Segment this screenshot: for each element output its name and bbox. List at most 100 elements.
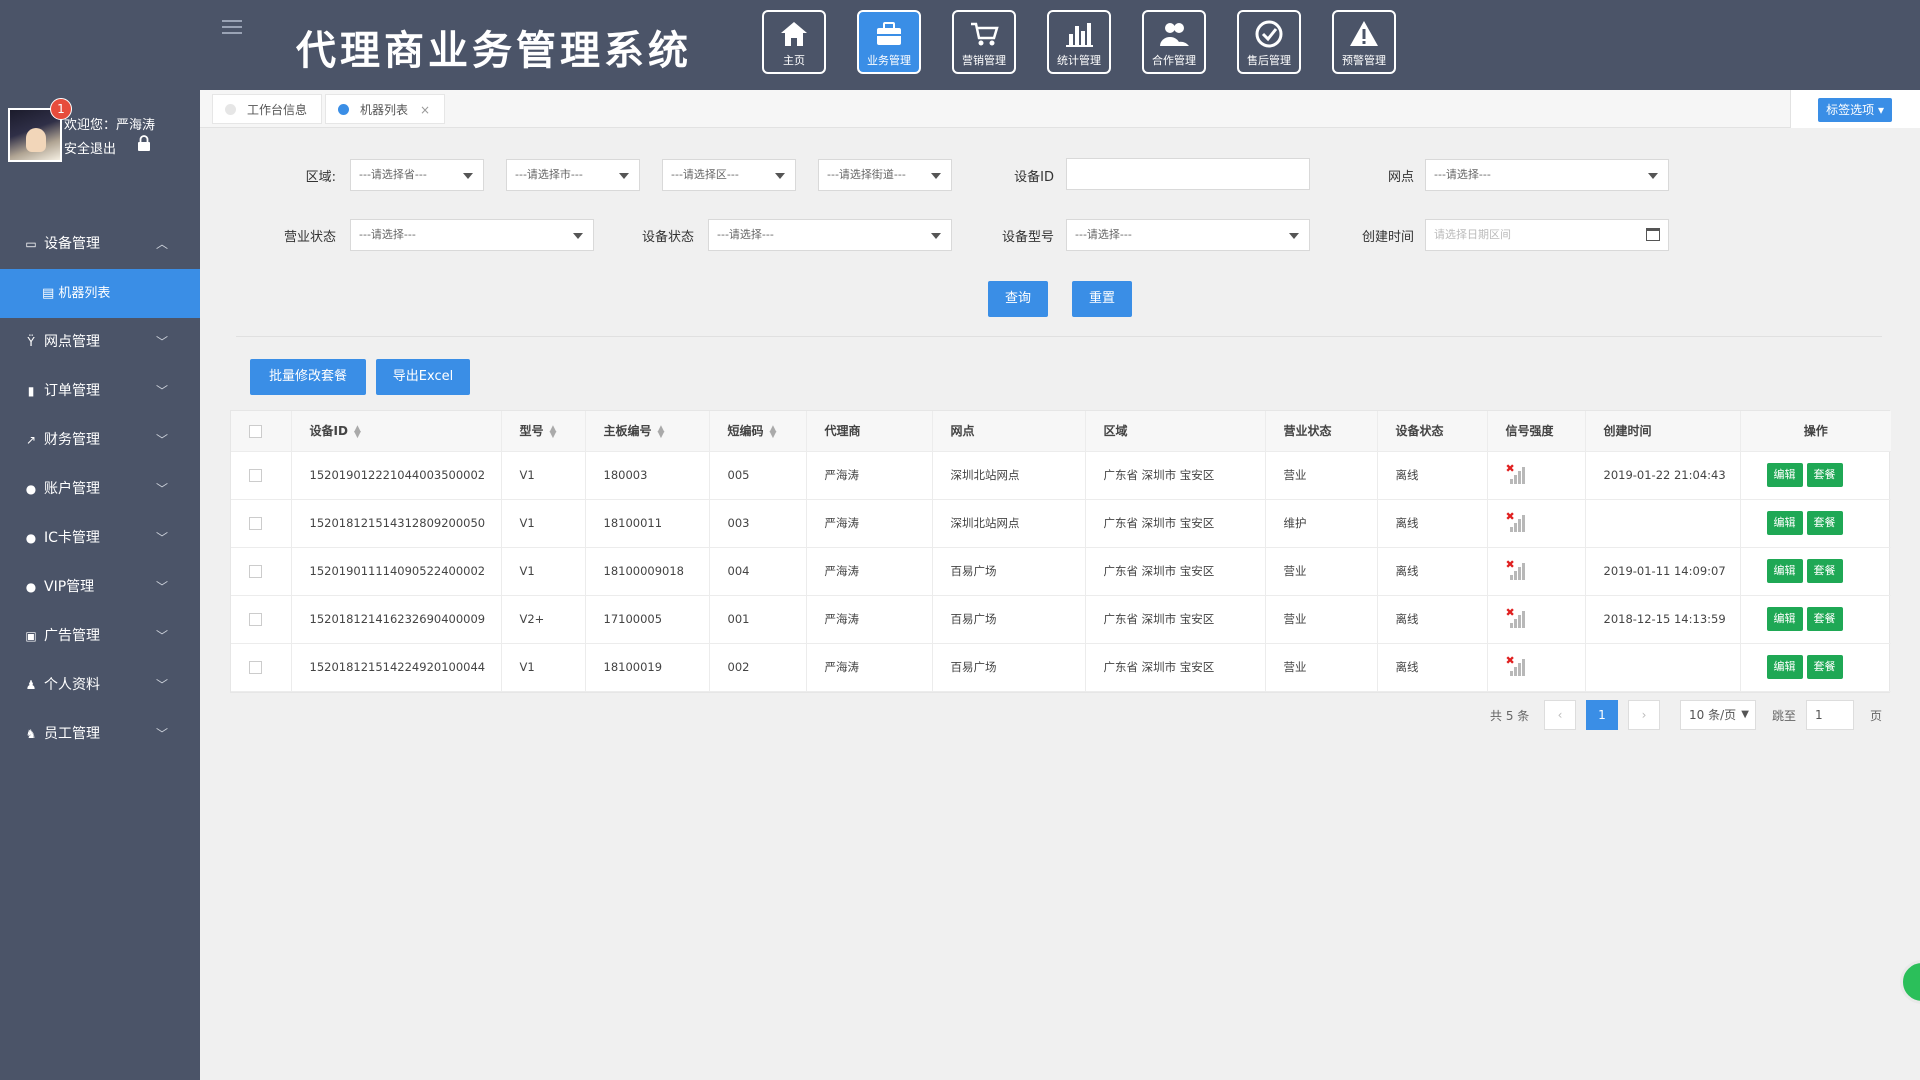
tab-label: 工作台信息 <box>247 103 308 117</box>
row-checkbox[interactable] <box>249 661 262 674</box>
sort-icon[interactable]: ▲ ▼ <box>658 424 665 439</box>
lock-icon[interactable] <box>136 134 152 152</box>
table-row[interactable]: 152019012221044003500002 V1 180003 005 严海涛 深圳… <box>231 451 1891 500</box>
row-checkbox-cell <box>231 451 292 500</box>
plan-button[interactable]: 套餐 <box>1806 655 1843 679</box>
nav-warning[interactable]: 预警管理 <box>1332 10 1396 74</box>
export-excel-button[interactable]: 导出Excel <box>376 359 470 395</box>
col-header-short-code[interactable]: 短编码 ▲ ▼ <box>709 411 807 452</box>
outlet-select[interactable]: ---请选择--- <box>1425 159 1669 191</box>
row-checkbox[interactable] <box>249 565 262 578</box>
col-header-device-id[interactable]: 设备ID ▲ ▼ <box>291 411 502 452</box>
page-size-select[interactable]: 10 条/页 ▼ <box>1680 700 1756 730</box>
sidebar-subitem-machine-list[interactable]: ▤ 机器列表 <box>0 269 200 318</box>
sort-icon[interactable]: ▲ ▼ <box>354 424 361 439</box>
device-id-input[interactable] <box>1066 158 1310 190</box>
select-value: ---请选择街道--- <box>827 168 906 181</box>
table-row[interactable]: 152018121514312809200050 V1 18100011 003 严海涛… <box>231 499 1891 548</box>
chevron-down-icon: ﹀ <box>155 727 168 741</box>
menu-toggle-icon[interactable] <box>222 20 242 36</box>
nav-marketing[interactable]: 营销管理 <box>952 10 1016 74</box>
edit-button[interactable]: 编辑 <box>1766 607 1803 631</box>
tab-workbench[interactable]: 工作台信息 <box>212 94 323 124</box>
biz-status-cell: 营业 <box>1265 451 1378 500</box>
tab-dot-icon <box>338 104 349 115</box>
district-select[interactable]: ---请选择区--- <box>662 159 796 191</box>
col-header-board[interactable]: 主板编号 ▲ ▼ <box>585 411 710 452</box>
sidebar-item-order[interactable]: ▮ 订单管理 ﹀ <box>0 367 200 416</box>
sidebar-item-outlet[interactable]: Ÿ 网点管理 ﹀ <box>0 318 200 367</box>
tag-options-button[interactable]: 标签选项 ▾ <box>1818 98 1892 122</box>
region-cell: 广东省 深圳市 宝安区 <box>1085 451 1266 500</box>
reset-button[interactable]: 重置 <box>1072 281 1132 317</box>
goto-label: 跳至 <box>1772 709 1797 723</box>
street-select[interactable]: ---请选择街道--- <box>818 159 952 191</box>
date-range-input[interactable]: 请选择日期区间 <box>1425 219 1669 251</box>
next-page-button[interactable]: › <box>1628 700 1660 730</box>
sidebar-item-finance[interactable]: ↗ 财务管理 ﹀ <box>0 416 200 465</box>
select-all-checkbox[interactable] <box>249 424 262 438</box>
edit-button[interactable]: 编辑 <box>1766 655 1803 679</box>
sidebar-item-account[interactable]: ● 账户管理 ﹀ <box>0 465 200 514</box>
sidebar-item-device[interactable]: ▭ 设备管理 ︿ <box>0 220 200 269</box>
signal-off-icon: ✖ <box>1506 558 1528 580</box>
sidebar-item-vip[interactable]: ● VIP管理 ﹀ <box>0 563 200 612</box>
device-model-select[interactable]: ---请选择--- <box>1066 219 1310 251</box>
col-header-model[interactable]: 型号 ▲ ▼ <box>501 411 586 452</box>
chevron-down-icon: ﹀ <box>155 629 168 643</box>
sort-icon[interactable]: ▲ ▼ <box>770 424 777 439</box>
query-button[interactable]: 查询 <box>988 281 1048 317</box>
sidebar-item-ic-card[interactable]: ● IC卡管理 ﹀ <box>0 514 200 563</box>
nav-after-sales[interactable]: 售后管理 <box>1237 10 1301 74</box>
tab-machine-list[interactable]: 机器列表 × <box>325 94 446 124</box>
col-header-created: 创建时间 <box>1585 411 1741 452</box>
edit-button[interactable]: 编辑 <box>1766 511 1803 535</box>
plan-button[interactable]: 套餐 <box>1806 607 1843 631</box>
check-circle-icon <box>1255 20 1283 48</box>
table-row[interactable]: 152019011114090522400002 V1 18100009018 004… <box>231 547 1891 596</box>
sidebar-item-profile[interactable]: ♟ 个人资料 ﹀ <box>0 661 200 710</box>
goto-page-input[interactable]: 1 <box>1806 700 1854 730</box>
row-checkbox[interactable] <box>249 517 262 530</box>
plan-button[interactable]: 套餐 <box>1806 463 1843 487</box>
biz-status-select[interactable]: ---请选择--- <box>350 219 594 251</box>
edit-button[interactable]: 编辑 <box>1766 559 1803 583</box>
created-cell: 2019-01-22 21:04:43 <box>1585 451 1741 500</box>
sidebar-item-ads[interactable]: ▣ 广告管理 ﹀ <box>0 612 200 661</box>
biz-status-cell: 营业 <box>1265 595 1378 644</box>
select-value: ---请选择--- <box>1075 228 1132 241</box>
nav-statistics[interactable]: 统计管理 <box>1047 10 1111 74</box>
device-status-select[interactable]: ---请选择--- <box>708 219 952 251</box>
sidebar-item-staff[interactable]: ♞ 员工管理 ﹀ <box>0 710 200 759</box>
row-checkbox[interactable] <box>249 613 262 626</box>
table-row[interactable]: 152018121514224920100044 V1 18100019 002 严海涛… <box>231 643 1891 692</box>
edit-button[interactable]: 编辑 <box>1766 463 1803 487</box>
sort-icon[interactable]: ▲ ▼ <box>550 424 557 439</box>
prev-page-button[interactable]: ‹ <box>1544 700 1576 730</box>
branch-icon: Ÿ <box>27 335 35 349</box>
sidebar-item-label: 个人资料 <box>44 677 100 693</box>
agent-cell: 严海涛 <box>806 451 933 500</box>
plan-button[interactable]: 套餐 <box>1806 511 1843 535</box>
col-header-device-status: 设备状态 <box>1377 411 1488 452</box>
select-value: ---请选择区--- <box>671 168 739 181</box>
nav-cooperation[interactable]: 合作管理 <box>1142 10 1206 74</box>
row-checkbox-cell <box>231 643 292 692</box>
created-cell <box>1585 499 1741 548</box>
actions-cell: 编辑 套餐 <box>1740 451 1891 500</box>
row-checkbox[interactable] <box>249 469 262 482</box>
close-icon[interactable]: × <box>420 103 430 117</box>
signal-cell: ✖ <box>1487 595 1586 644</box>
plan-button[interactable]: 套餐 <box>1806 559 1843 583</box>
table-row[interactable]: 152018121416232690400009 V2+ 17100005 001 严海… <box>231 595 1891 644</box>
circle-icon: ● <box>25 531 37 545</box>
nav-home[interactable]: 主页 <box>762 10 826 74</box>
city-select[interactable]: ---请选择市--- <box>506 159 640 191</box>
nav-business[interactable]: 业务管理 <box>857 10 921 74</box>
batch-edit-button[interactable]: 批量修改套餐 <box>250 359 366 395</box>
logout-link[interactable]: 安全退出 <box>64 138 116 157</box>
sidebar-item-label: 广告管理 <box>44 628 100 644</box>
province-select[interactable]: ---请选择省--- <box>350 159 484 191</box>
col-header-region: 区域 <box>1085 411 1266 452</box>
page-1-button[interactable]: 1 <box>1586 700 1618 730</box>
